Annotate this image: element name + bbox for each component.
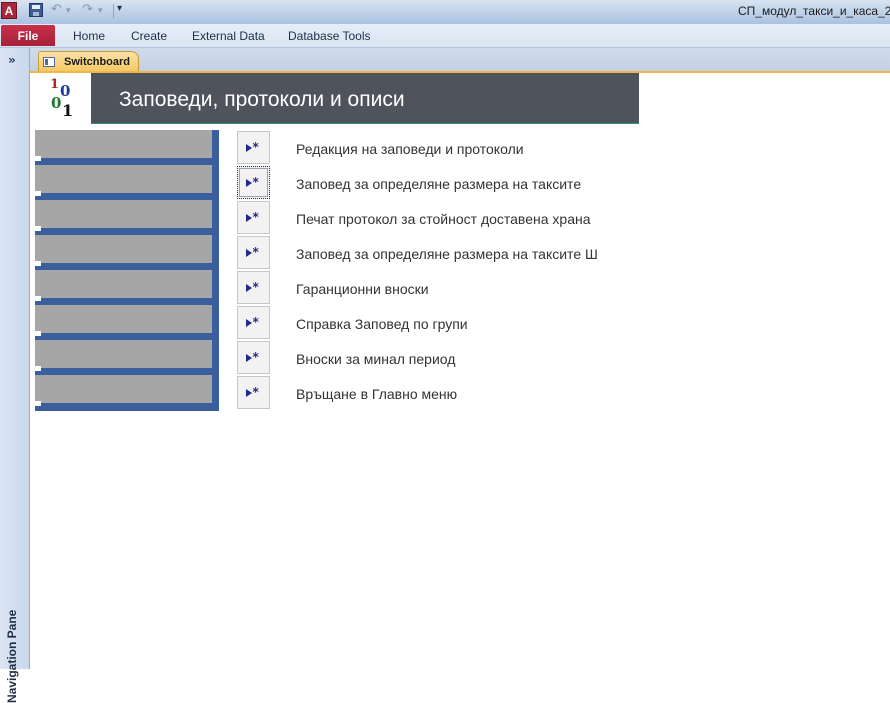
switchboard-item-button[interactable]: * [237, 271, 270, 304]
undo-icon[interactable]: ↶ [51, 2, 62, 17]
form-icon [43, 56, 55, 67]
switchboard-form: 1 0 0 1 Заповеди, протоколи и описи * Ре… [35, 73, 890, 669]
switchboard-item-label[interactable]: Връщане в Главно меню [296, 386, 457, 402]
panel-row [35, 375, 212, 406]
logo-digit: 1 [62, 101, 74, 120]
run-arrow-icon: * [245, 385, 262, 399]
title-bar: A ↶ ▾ ↷ ▾ ▾ СП_модул_такси_и_каса_20 [0, 0, 890, 24]
document-tab-strip: Switchboard [30, 48, 890, 73]
navigation-pane[interactable]: » Navigation Pane [0, 48, 30, 703]
save-icon[interactable] [29, 3, 43, 17]
switchboard-item-label[interactable]: Заповед за определяне размера на таксите [296, 176, 581, 192]
switchboard-item-label[interactable]: Заповед за определяне размера на таксите… [296, 246, 598, 262]
switchboard-item-button[interactable]: * [237, 131, 270, 164]
decorative-side-panel [35, 130, 219, 411]
tab-database-tools[interactable]: Database Tools [288, 29, 371, 43]
window-title: СП_модул_такси_и_каса_20 [738, 4, 890, 18]
access-app-icon[interactable]: A [1, 2, 17, 19]
navigation-pane-label[interactable]: Navigation Pane [5, 603, 19, 703]
tab-external-data[interactable]: External Data [192, 29, 265, 43]
form-header: Заповеди, протоколи и описи [91, 73, 639, 124]
tab-switchboard-label: Switchboard [64, 55, 131, 68]
panel-row [35, 340, 212, 371]
switchboard-item-label[interactable]: Редакция на заповеди и протоколи [296, 141, 524, 157]
run-arrow-icon: * [245, 210, 262, 224]
run-arrow-icon: * [245, 315, 262, 329]
run-arrow-icon: * [245, 175, 262, 189]
tab-create[interactable]: Create [131, 29, 167, 43]
logo-digit: 0 [51, 94, 62, 112]
run-arrow-icon: * [245, 140, 262, 154]
switchboard-item-button[interactable]: * [237, 236, 270, 269]
customize-qat-icon[interactable]: ▾ [117, 3, 122, 14]
ribbon-tabs: File Home Create External Data Database … [0, 24, 890, 48]
logo-image: 1 0 0 1 [48, 77, 78, 120]
switchboard-item-label[interactable]: Справка Заповед по групи [296, 316, 468, 332]
page-title: Заповеди, протоколи и описи [119, 88, 405, 111]
undo-dropdown-icon[interactable]: ▾ [66, 6, 71, 16]
switchboard-item-button[interactable]: * [237, 376, 270, 409]
switchboard-item-label[interactable]: Вноски за минал период [296, 351, 455, 367]
panel-row [35, 165, 212, 196]
tab-file[interactable]: File [1, 25, 55, 46]
panel-row [35, 200, 212, 231]
redo-dropdown-icon[interactable]: ▾ [98, 6, 103, 16]
redo-icon[interactable]: ↷ [82, 2, 93, 17]
tab-home[interactable]: Home [73, 29, 105, 43]
run-arrow-icon: * [245, 280, 262, 294]
switchboard-item-button[interactable]: * [237, 341, 270, 374]
run-arrow-icon: * [245, 245, 262, 259]
run-arrow-icon: * [245, 350, 262, 364]
switchboard-logo: 1 0 0 1 [35, 73, 91, 124]
panel-row [35, 305, 212, 336]
logo-digit: 0 [60, 82, 71, 100]
switchboard-item-button[interactable]: * [237, 166, 270, 199]
panel-row [35, 270, 212, 301]
expand-nav-pane-button[interactable]: » [8, 53, 16, 67]
switchboard-item-button[interactable]: * [237, 306, 270, 339]
switchboard-item-label[interactable]: Гаранционни вноски [296, 281, 429, 297]
tab-switchboard[interactable]: Switchboard [38, 51, 139, 71]
switchboard-item-label[interactable]: Печат протокол за стойност доставена хра… [296, 211, 591, 227]
panel-row [35, 130, 212, 161]
qat-separator [113, 4, 114, 18]
switchboard-item-button[interactable]: * [237, 201, 270, 234]
panel-row [35, 235, 212, 266]
logo-digit: 1 [50, 77, 60, 92]
